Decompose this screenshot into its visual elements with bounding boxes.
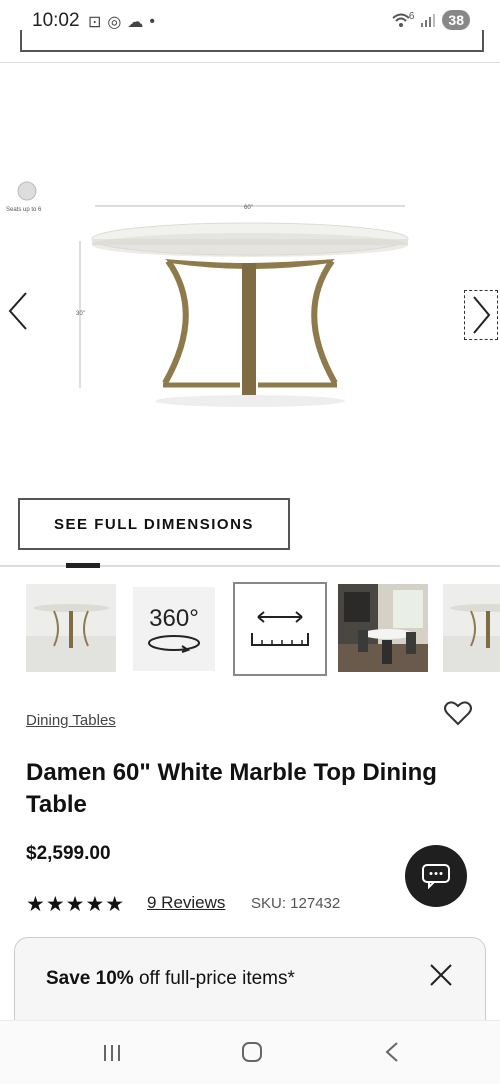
product-image-carousel[interactable]: Seats up to 6 60" 30": [0, 63, 500, 503]
thumbnail-room-scene[interactable]: [338, 584, 428, 672]
promo-bold: Save 10%: [46, 968, 134, 989]
system-nav-bar: [0, 1020, 500, 1084]
home-button[interactable]: [241, 1041, 263, 1068]
active-image-indicator: [66, 563, 100, 568]
chevron-right-icon: [473, 296, 491, 334]
thumbnail-table-image-2: [443, 604, 500, 672]
close-icon: [430, 964, 452, 986]
ruler-icon: [251, 611, 309, 646]
rating-stars: ★★★★★: [26, 893, 126, 916]
promo-text: Save 10% off full-price items*: [46, 968, 295, 990]
next-image-button[interactable]: [464, 290, 498, 340]
thumbnail-table-side[interactable]: [443, 584, 500, 672]
back-icon: [385, 1042, 398, 1062]
product-title: Damen 60" White Marble Top Dining Table: [26, 759, 437, 818]
battery-icon: 38: [442, 10, 470, 30]
seats-icon: [17, 181, 37, 201]
status-notification-icons: ⊡ ◎ ☁ •: [88, 12, 155, 32]
wifi-badge: 6: [408, 10, 415, 22]
reviews-link[interactable]: 9 Reviews: [147, 893, 225, 913]
heart-icon: [444, 701, 472, 726]
width-label: 60": [244, 205, 253, 211]
header-search-box[interactable]: [20, 30, 484, 52]
close-promo-button[interactable]: [428, 962, 454, 993]
screenshot-icon: ⊡: [88, 14, 102, 31]
favorite-button[interactable]: [444, 700, 472, 731]
thumbnail-table-image: [26, 604, 116, 672]
thumbnail-360-view[interactable]: 360°: [133, 587, 215, 671]
height-label: 30": [76, 311, 85, 317]
table-dimension-image: Seats up to 6 60" 30": [6, 181, 409, 407]
chevron-left-icon: [8, 292, 27, 330]
seats-label: Seats up to 6: [6, 207, 42, 213]
breadcrumb-link[interactable]: Dining Tables: [26, 712, 116, 729]
thumbnail-table-front[interactable]: [26, 584, 116, 672]
recent-apps-button[interactable]: [102, 1043, 122, 1068]
signal-icon: [421, 14, 436, 27]
thumbnail-dimensions[interactable]: [233, 582, 327, 676]
recent-apps-icon: [104, 1045, 120, 1061]
product-sku: SKU: 127432: [251, 895, 341, 912]
chat-button[interactable]: [405, 845, 467, 907]
cloud-icon: ☁: [127, 14, 144, 31]
previous-image-button[interactable]: [6, 291, 30, 338]
status-system-icons: 6 38: [391, 10, 470, 30]
product-price: $2,599.00: [26, 843, 111, 864]
chat-bubble-icon: [422, 864, 450, 889]
status-time: 10:02: [32, 10, 80, 31]
home-icon: [242, 1042, 262, 1062]
promo-rest: off full-price items*: [133, 968, 295, 989]
rotate-icon: [148, 635, 200, 653]
back-button[interactable]: [384, 1041, 400, 1068]
spin-label: 360°: [149, 605, 199, 632]
location-icon: ◎: [107, 14, 122, 31]
dot-icon: •: [149, 13, 155, 30]
wifi-icon: [392, 13, 410, 27]
see-full-dimensions-button[interactable]: SEE FULL DIMENSIONS: [18, 498, 290, 550]
room-scene-image: [338, 584, 428, 672]
